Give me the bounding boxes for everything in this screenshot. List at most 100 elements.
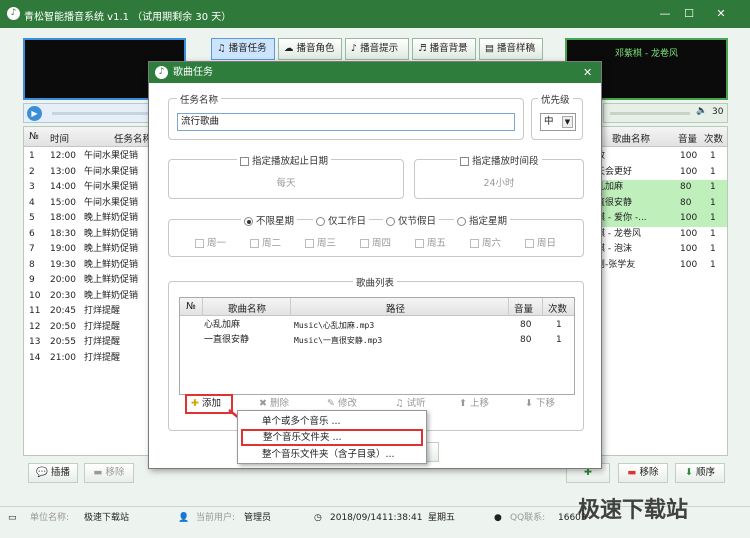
row-task-name: 午间水果促销 (84, 151, 139, 161)
insert-button[interactable]: 💬 插播 (28, 463, 78, 483)
plus-icon: ✚ (191, 398, 199, 409)
song-volume: 80 (520, 320, 532, 330)
remove-task-button[interactable]: ▬ 移除 (84, 463, 134, 483)
weekday-checkbox[interactable]: 周四 (360, 235, 391, 249)
checkbox-icon (415, 239, 424, 248)
music-note-icon: ♫ (217, 43, 226, 54)
volume-slider[interactable] (610, 112, 690, 115)
table-row[interactable]: 8 19:30 晚上鲜奶促销 (24, 258, 167, 274)
table-row[interactable]: 4 15:00 午间水果促销 (24, 196, 167, 212)
row-number: 8 (29, 259, 35, 270)
column-divider (202, 298, 203, 316)
move-down-button[interactable]: ⬇ 下移 (525, 394, 555, 414)
task-name-input[interactable]: 流行歌曲 (177, 113, 515, 131)
table-row[interactable]: 13 20:55 打烊提醒 (24, 335, 167, 351)
tab-role[interactable]: ☁ 播音角色 (278, 38, 342, 60)
song-path: Music\一直很安静.mp3 (294, 336, 383, 345)
table-row[interactable]: 则-张学友 100 1 (584, 258, 727, 274)
table-row[interactable]: 1 12:00 午间水果促销 (24, 149, 167, 165)
date-range-checkbox[interactable] (240, 157, 249, 166)
remove-song-button[interactable]: ▬ 移除 (618, 463, 668, 483)
table-row[interactable]: 直很安静 80 1 (584, 195, 727, 211)
weekday-checkbox[interactable]: 周五 (415, 235, 446, 249)
row-task-name: 晚上鲜奶促销 (84, 290, 139, 301)
book-icon: ▤ (485, 43, 494, 54)
maximize-button[interactable]: ☐ (680, 6, 698, 22)
weekday-label: 周二 (262, 238, 282, 249)
row-time: 19:30 (50, 259, 76, 270)
down-arrow-icon: ⬇ (525, 398, 533, 409)
table-row[interactable]: 9 20:00 晚上鲜奶促销 (24, 273, 167, 289)
table-row[interactable]: 天会更好 100 1 (584, 165, 727, 181)
time-range-checkbox[interactable] (460, 157, 469, 166)
chevron-down-icon[interactable]: ▼ (562, 116, 573, 128)
table-row[interactable]: 棋 - 龙卷风 100 1 (584, 227, 727, 243)
move-up-button[interactable]: ⬆ 上移 (459, 394, 489, 414)
row-time: 18:00 (50, 213, 76, 223)
date-range-toggle[interactable]: 指定播放起止日期 (237, 153, 332, 167)
row-task-name: 晚上鲜奶促销 (84, 213, 139, 223)
time-range-group: 指定播放时间段 24小时 (414, 153, 584, 199)
current-user: 管理员 (244, 513, 272, 523)
status-weekday: 星期五 (428, 513, 456, 523)
week-radio-all[interactable]: 不限星期 (241, 213, 298, 227)
weekday-checkbox[interactable]: 周一 (195, 235, 226, 249)
date-range-value: 每天 (276, 178, 296, 189)
row-volume: 100 (680, 228, 698, 239)
table-row[interactable]: 5 18:00 晚上鲜奶促销 (24, 211, 167, 227)
week-radio-holiday[interactable]: 仅节假日 (383, 213, 440, 227)
time-range-toggle[interactable]: 指定播放时间段 (457, 153, 542, 167)
task-table-header: № 时间 任务名称 (24, 127, 167, 147)
weekday-checkbox[interactable]: 周日 (525, 235, 556, 249)
week-radio-workday[interactable]: 仅工作日 (313, 213, 370, 227)
table-row[interactable]: 10 20:30 晚上鲜奶促销 (24, 289, 167, 305)
row-volume: 80 (680, 197, 692, 208)
row-volume: 100 (680, 213, 698, 223)
close-button[interactable]: ✕ (712, 6, 730, 22)
headphone-icon: ♫ (395, 398, 404, 409)
table-row[interactable]: 7 19:00 晚上鲜奶促销 (24, 242, 167, 258)
row-count: 1 (710, 213, 716, 223)
tab-prompt[interactable]: ♪ 播音提示 (345, 38, 409, 60)
status-time: 11:38:41 (382, 513, 423, 523)
table-row[interactable]: 14 21:00 打烊提醒 (24, 351, 167, 367)
table-row[interactable]: 棋 - 泡沫 100 1 (584, 242, 727, 258)
table-row[interactable]: 12 20:50 打烊提醒 (24, 320, 167, 336)
song-row[interactable]: 心乱加麻 Music\心乱加麻.mp3 80 1 (180, 318, 574, 334)
week-radio-specified[interactable]: 指定星期 (454, 213, 511, 227)
row-task-name: 午间水果促销 (84, 197, 139, 208)
table-row[interactable]: 3 14:00 午间水果促销 (24, 180, 167, 196)
order-button[interactable]: ⬇ 顺序 (675, 463, 725, 483)
row-number: 6 (29, 228, 35, 239)
tab-background[interactable]: ♬ 播音背景 (412, 38, 476, 60)
menu-item-folder[interactable]: 整个音乐文件夹 ... (241, 429, 423, 446)
weekday-label: 周一 (207, 238, 227, 249)
dialog-close-button[interactable]: ✕ (583, 62, 592, 83)
menu-item-single-or-multiple[interactable]: 单个或多个音乐 ... (238, 413, 426, 430)
table-row[interactable]: 6 18:30 晚上鲜奶促销 (24, 227, 167, 243)
priority-select[interactable]: 中 ▼ (540, 113, 576, 131)
row-task-name: 晚上鲜奶促销 (84, 275, 139, 285)
table-row[interactable]: 11 20:45 打烊提醒 (24, 304, 167, 320)
table-row[interactable]: 2 13:00 午间水果促销 (24, 165, 167, 181)
row-task-name: 打烊提醒 (84, 337, 121, 347)
menu-item-folder-with-subdirectories[interactable]: 整个音乐文件夹（含子目录）... (238, 446, 426, 463)
row-time: 21:00 (50, 352, 76, 363)
checkbox-icon (250, 239, 259, 248)
table-row[interactable]: 敢1001 (584, 149, 727, 165)
task-table: № 时间 任务名称 1 12:00 午间水果促销 2 13:00 午间水果促销 3 14:00… (23, 126, 168, 456)
play-icon[interactable]: ▶ (27, 106, 42, 121)
table-row[interactable]: 乱加麻 80 1 (584, 180, 727, 196)
weekday-checkbox[interactable]: 周三 (305, 235, 336, 249)
tab-sample[interactable]: ▤ 播音样稿 (479, 38, 543, 60)
priority-group: 优先级 中 ▼ (531, 92, 583, 140)
table-row[interactable]: 棋 - 爱你 -... 100 1 (584, 211, 727, 227)
tab-task[interactable]: ♫ 播音任务 (211, 38, 275, 60)
monitor-icon: ▭ (8, 513, 17, 523)
app-title: 青松智能播音系统 v1.1 （试用期剩余 30 天） (24, 12, 232, 23)
song-row[interactable]: 一直很安静 Music\一直很安静.mp3 80 1 (180, 333, 574, 349)
weekday-checkbox[interactable]: 周二 (250, 235, 281, 249)
minimize-button[interactable]: — (656, 6, 674, 22)
task-name-group: 任务名称 流行歌曲 (168, 92, 524, 140)
weekday-checkbox[interactable]: 周六 (470, 235, 501, 249)
